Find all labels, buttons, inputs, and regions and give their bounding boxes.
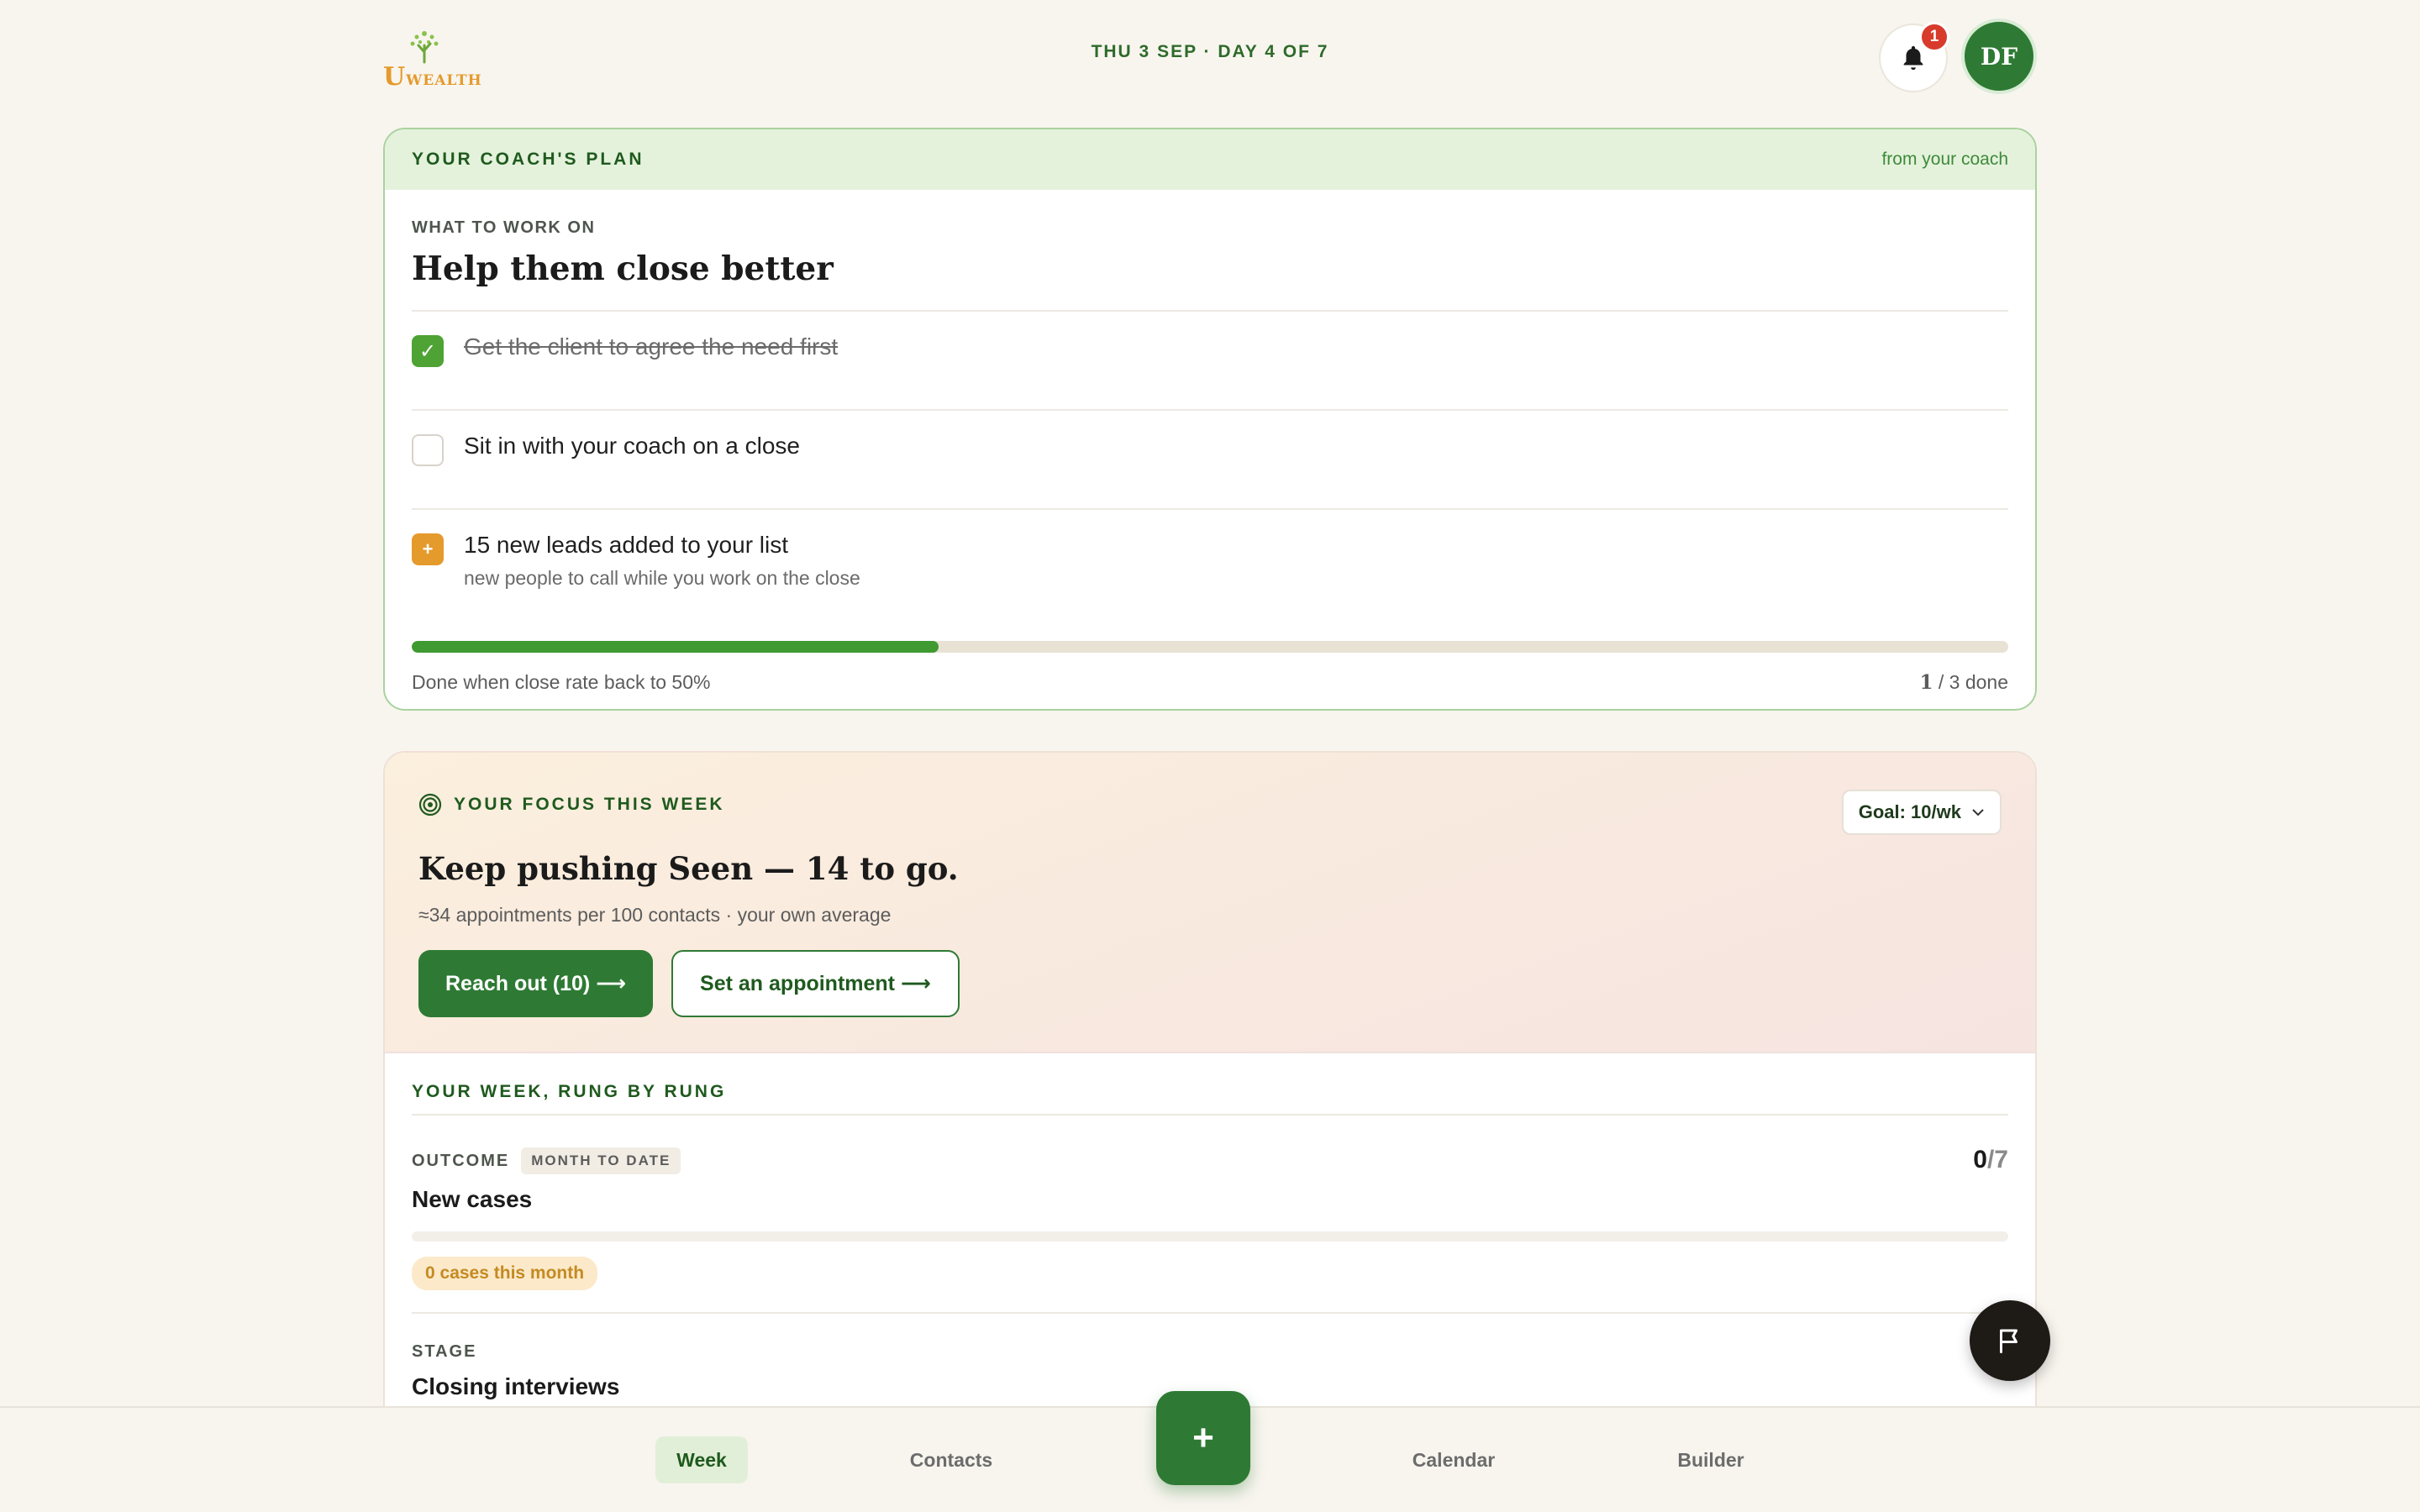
plus-icon: +: [1192, 1417, 1214, 1458]
coach-plan-card: YOUR COACH'S PLAN from your coach WHAT T…: [383, 128, 2037, 711]
target-icon: [418, 793, 442, 816]
done-count-suffix: / 3 done: [1938, 671, 2008, 693]
flag-icon: [2000, 1329, 2018, 1353]
rung-progress-bar: [412, 1231, 2008, 1242]
plan-progress-fill: [412, 641, 939, 653]
coach-plan-header: YOUR COACH'S PLAN from your coach: [385, 129, 2035, 190]
task-title: Get the client to agree the need first: [464, 333, 839, 360]
set-appointment-button[interactable]: Set an appointment ⟶: [671, 950, 960, 1017]
avatar[interactable]: DF: [1961, 18, 2037, 94]
focus-eyebrow-label: YOUR FOCUS THIS WEEK: [454, 795, 725, 814]
done-count: 1 / 3 done: [1919, 671, 2008, 694]
rung-count-total: /7: [1986, 1146, 2008, 1173]
work-on-eyebrow: WHAT TO WORK ON: [412, 218, 596, 237]
notifications-button[interactable]: 1: [1879, 22, 1949, 92]
added-leads-icon: +: [412, 533, 444, 565]
week-rungs-title: YOUR WEEK, RUNG BY RUNG: [412, 1053, 2008, 1116]
task-item[interactable]: ✓ Get the client to agree the need first: [412, 312, 2008, 411]
task-title: 15 new leads added to your list: [464, 532, 789, 558]
rung-count-value: 0: [1973, 1146, 1987, 1173]
chevron-down-icon: [1972, 809, 1984, 816]
logo-letter: U: [383, 62, 407, 92]
reach-out-button[interactable]: Reach out (10) ⟶: [418, 950, 654, 1017]
focus-heading: Keep pushing Seen — 14 to go.: [418, 850, 959, 887]
coach-plan-source: from your coach: [1881, 150, 2008, 169]
focus-subtitle: ≈34 appointments per 100 contacts · your…: [418, 904, 892, 926]
check-icon: ✓: [418, 339, 437, 363]
checkbox-checked[interactable]: ✓: [412, 335, 444, 367]
task-title: Sit in with your coach on a close: [464, 433, 800, 459]
logo-word: WEALTH: [406, 72, 482, 89]
rung-outcome: OUTCOME MONTH TO DATE New cases 0/7 0 ca…: [412, 1116, 2008, 1314]
task-subtitle: new people to call while you work on the…: [464, 567, 860, 589]
rung-eyebrow: OUTCOME: [412, 1151, 510, 1170]
rung-count: 0/7: [1973, 1146, 2008, 1174]
add-button[interactable]: +: [1156, 1391, 1250, 1485]
focus-section: YOUR FOCUS THIS WEEK Goal: 10/wk Keep pu…: [385, 753, 2035, 1053]
flag-button[interactable]: [1970, 1300, 2050, 1381]
task-item[interactable]: Sit in with your coach on a close: [412, 411, 2008, 510]
plus-icon: +: [422, 538, 434, 559]
done-count-number: 1: [1919, 671, 1933, 694]
uwealth-logo[interactable]: UWEALTH: [383, 29, 481, 104]
rung-tag: MONTH TO DATE: [521, 1147, 681, 1174]
nav-week[interactable]: Week: [655, 1436, 748, 1483]
nav-calendar[interactable]: Calendar: [1395, 1436, 1512, 1483]
checkbox-unchecked[interactable]: [412, 434, 444, 466]
rung-name: New cases: [412, 1186, 533, 1212]
task-item[interactable]: + 15 new leads added to your list new pe…: [412, 510, 2008, 609]
notification-badge: 1: [1919, 22, 1949, 52]
done-condition: Done when close rate back to 50%: [412, 671, 711, 693]
plan-progress-bar: [412, 641, 2008, 653]
goal-dropdown-label: Goal: 10/wk: [1858, 801, 1961, 822]
cases-pill: 0 cases this month: [412, 1257, 598, 1290]
nav-builder[interactable]: Builder: [1652, 1436, 1770, 1483]
goal-dropdown[interactable]: Goal: 10/wk: [1841, 790, 2002, 835]
coach-plan-heading: Help them close better: [412, 249, 2008, 312]
logo-wordmark: UWEALTH: [383, 62, 482, 92]
focus-eyebrow: YOUR FOCUS THIS WEEK: [418, 793, 2002, 816]
coach-plan-title: YOUR COACH'S PLAN: [412, 150, 644, 169]
rung-eyebrow: STAGE: [412, 1342, 477, 1361]
nav-contacts[interactable]: Contacts: [892, 1436, 1010, 1483]
top-bar: UWEALTH THU 3 SEP · DAY 4 OF 7 1 DF: [383, 18, 2037, 109]
date-label: THU 3 SEP · DAY 4 OF 7: [1091, 42, 1329, 61]
